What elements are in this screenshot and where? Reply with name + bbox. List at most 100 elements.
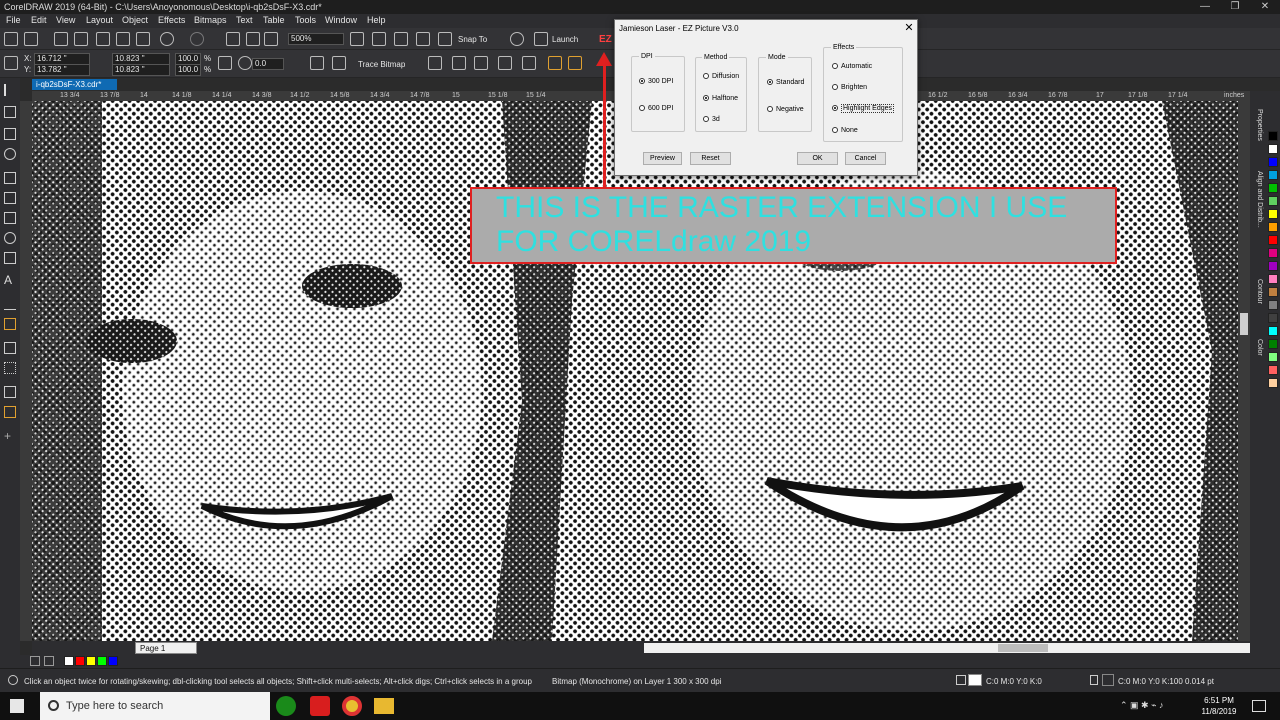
drop-shadow-tool-icon[interactable] bbox=[4, 342, 16, 354]
app-green-icon[interactable] bbox=[276, 696, 296, 716]
taskbar-search-input[interactable]: Type here to search bbox=[40, 692, 270, 720]
palette-swatch[interactable] bbox=[1268, 274, 1278, 284]
scale-y-field[interactable]: 100.0 bbox=[175, 64, 201, 76]
method-3d-radio[interactable]: 3d bbox=[703, 116, 720, 123]
rectangle-tool-icon[interactable] bbox=[4, 212, 16, 224]
full-screen-icon[interactable] bbox=[350, 32, 364, 46]
snap-to-dropdown[interactable]: Snap To bbox=[458, 35, 487, 44]
close-window-button[interactable]: ✕ bbox=[1250, 0, 1280, 14]
freehand-tool-icon[interactable] bbox=[4, 172, 16, 184]
undo-icon[interactable] bbox=[160, 32, 174, 46]
palette-swatch[interactable] bbox=[1268, 339, 1278, 349]
save-icon[interactable] bbox=[54, 32, 68, 46]
paste-icon[interactable] bbox=[136, 32, 150, 46]
horizontal-scroll-thumb[interactable] bbox=[998, 644, 1048, 652]
dialog-close-button[interactable]: ✕ bbox=[901, 21, 917, 35]
wrap-text-icon[interactable] bbox=[522, 56, 536, 70]
arrange-front-icon[interactable] bbox=[548, 56, 562, 70]
zoom-level-field[interactable]: 500% bbox=[288, 33, 344, 45]
polygon-tool-icon[interactable] bbox=[4, 252, 16, 264]
lock-ratio-icon[interactable] bbox=[218, 56, 232, 70]
copy-icon[interactable] bbox=[116, 32, 130, 46]
interactive-fill-tool-icon[interactable] bbox=[4, 406, 16, 418]
menu-text[interactable]: Text bbox=[236, 15, 253, 25]
reset-button[interactable]: Reset bbox=[690, 152, 731, 165]
redo-icon[interactable] bbox=[190, 32, 204, 46]
coreldraw-taskbar-icon[interactable] bbox=[310, 696, 330, 716]
options-gear-icon[interactable] bbox=[510, 32, 524, 46]
menu-tools[interactable]: Tools bbox=[295, 15, 316, 25]
palette-swatch[interactable] bbox=[1268, 235, 1278, 245]
pick-tool-icon[interactable] bbox=[4, 84, 16, 96]
y-position-field[interactable]: 13.782 " bbox=[34, 64, 90, 76]
drawing-canvas[interactable] bbox=[32, 101, 1238, 641]
horizontal-scrollbar[interactable] bbox=[644, 643, 1250, 653]
edit-bitmap-icon[interactable] bbox=[428, 56, 442, 70]
effects-brighten-radio[interactable]: Brighten bbox=[832, 84, 867, 91]
system-tray-icons[interactable]: ⌃ ▣ ✱ ⌁ ♪ bbox=[1120, 700, 1190, 712]
artistic-media-tool-icon[interactable] bbox=[4, 192, 16, 204]
document-palette-swatch[interactable] bbox=[64, 656, 74, 666]
publish-pdf-icon[interactable] bbox=[264, 32, 278, 46]
vertical-scrollbar[interactable] bbox=[1238, 101, 1250, 641]
mirror-vertical-icon[interactable] bbox=[332, 56, 346, 70]
bitmap-color-mask-icon[interactable] bbox=[498, 56, 512, 70]
document-tab[interactable]: i-qb2sDsF-X3.cdr* bbox=[32, 79, 117, 90]
taskbar-clock[interactable]: 6:51 PM 11/8/2019 bbox=[1196, 695, 1242, 717]
open-icon[interactable] bbox=[24, 32, 38, 46]
palette-swatch[interactable] bbox=[1268, 261, 1278, 271]
eyedropper-tool-icon[interactable] bbox=[4, 386, 16, 398]
cancel-button[interactable]: Cancel bbox=[845, 152, 886, 165]
ez-picture-button[interactable]: EZ bbox=[599, 34, 612, 45]
docker-tab-contour[interactable]: Contour bbox=[1251, 279, 1263, 304]
effects-none-radio[interactable]: None bbox=[832, 127, 858, 134]
mirror-horizontal-icon[interactable] bbox=[310, 56, 324, 70]
document-palette-swatch[interactable] bbox=[75, 656, 85, 666]
import-icon[interactable] bbox=[226, 32, 240, 46]
arrange-back-icon[interactable] bbox=[568, 56, 582, 70]
palette-swatch[interactable] bbox=[1268, 378, 1278, 388]
document-palette-swatch[interactable] bbox=[108, 656, 118, 666]
palette-swatch[interactable] bbox=[1268, 170, 1278, 180]
height-field[interactable]: 10.823 " bbox=[112, 64, 170, 76]
menu-window[interactable]: Window bbox=[325, 15, 357, 25]
method-halftone-radio[interactable]: Halftone bbox=[703, 95, 738, 102]
palette-edit-icon[interactable] bbox=[44, 656, 54, 666]
palette-swatch[interactable] bbox=[1268, 144, 1278, 154]
document-palette-swatch[interactable] bbox=[97, 656, 107, 666]
rulers-icon[interactable] bbox=[372, 32, 386, 46]
cut-icon[interactable] bbox=[96, 32, 110, 46]
method-diffusion-radio[interactable]: Diffusion bbox=[703, 73, 739, 80]
snap-icon[interactable] bbox=[438, 32, 452, 46]
menu-file[interactable]: File bbox=[6, 15, 21, 25]
palette-swatch[interactable] bbox=[1268, 300, 1278, 310]
preview-button[interactable]: Preview bbox=[643, 152, 682, 165]
ellipse-tool-icon[interactable] bbox=[4, 232, 16, 244]
palette-swatch[interactable] bbox=[1268, 326, 1278, 336]
maximize-button[interactable]: ❐ bbox=[1220, 0, 1250, 14]
palette-swatch[interactable] bbox=[1268, 248, 1278, 258]
new-document-icon[interactable] bbox=[4, 32, 18, 46]
palette-swatch[interactable] bbox=[1268, 157, 1278, 167]
page-tab[interactable]: Page 1 bbox=[135, 642, 197, 654]
ok-button[interactable]: OK bbox=[797, 152, 838, 165]
docker-tab-align-distribute[interactable]: Align and Distrib... bbox=[1251, 171, 1263, 228]
palette-swatch[interactable] bbox=[1268, 209, 1278, 219]
transparency-tool-icon[interactable] bbox=[4, 362, 16, 374]
palette-swatch[interactable] bbox=[1268, 352, 1278, 362]
chrome-icon[interactable] bbox=[342, 696, 362, 716]
vertical-scroll-thumb[interactable] bbox=[1240, 313, 1248, 335]
trace-bitmap-button[interactable]: Trace Bitmap bbox=[358, 60, 405, 69]
guidelines-icon[interactable] bbox=[416, 32, 430, 46]
document-palette-swatch[interactable] bbox=[86, 656, 96, 666]
outline-color-swatch[interactable] bbox=[1102, 674, 1114, 686]
print-icon[interactable] bbox=[74, 32, 88, 46]
palette-swatch[interactable] bbox=[1268, 313, 1278, 323]
shape-tool-icon[interactable] bbox=[4, 106, 16, 118]
palette-swatch[interactable] bbox=[1268, 222, 1278, 232]
parallel-dimension-tool-icon[interactable] bbox=[4, 298, 16, 310]
mode-negative-radio[interactable]: Negative bbox=[767, 106, 804, 113]
launch-icon[interactable] bbox=[534, 32, 548, 46]
windows-start-icon[interactable] bbox=[10, 699, 24, 713]
grid-icon[interactable] bbox=[394, 32, 408, 46]
